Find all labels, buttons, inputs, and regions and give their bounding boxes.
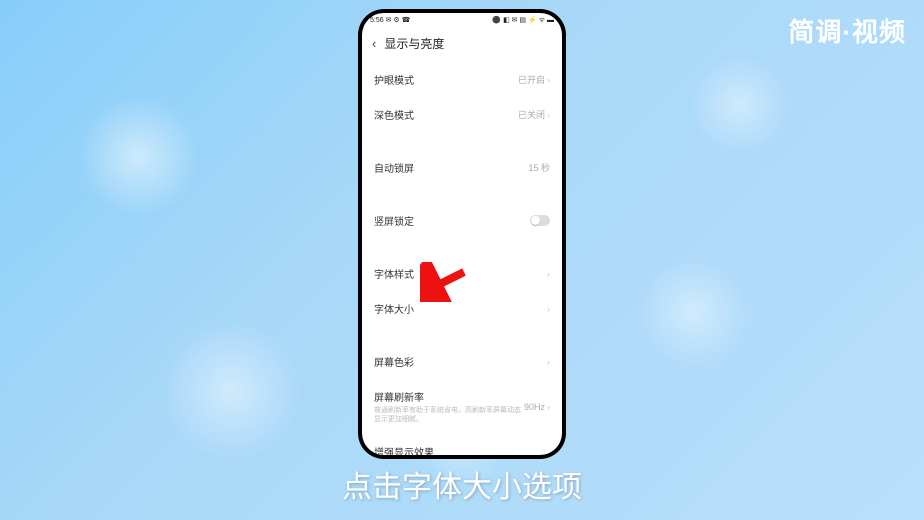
gap [362, 132, 562, 150]
status-bar: 5:56 ✉ ⚙ ☎ ⚫ ◧ ✉ ▤ ⚡ ᯤ ▬ [362, 13, 562, 27]
gap [362, 238, 562, 256]
row-value: 15 秒 [528, 161, 550, 174]
row-refresh-rate[interactable]: 屏幕刷新率 普通刷新率有助于系统省电，高刷新率屏幕动态显示更加细腻。 90Hz› [362, 379, 562, 434]
watermark: 简调·视频 [788, 12, 906, 49]
chevron-right-icon: › [547, 110, 550, 120]
status-left: 5:56 ✉ ⚙ ☎ [370, 16, 410, 24]
row-sub: 普通刷新率有助于系统省电，高刷新率屏幕动态显示更加细腻。 [374, 406, 524, 424]
row-value: › [547, 357, 550, 367]
chevron-right-icon: › [547, 269, 550, 279]
row-font-style[interactable]: 字体样式 › [362, 256, 562, 291]
gap [362, 326, 562, 344]
row-label: 护眼模式 [374, 72, 414, 87]
caption: 点击字体大小选项 [0, 462, 924, 506]
row-label: 深色模式 [374, 107, 414, 122]
row-value: › [547, 269, 550, 279]
row-orientation-lock[interactable]: 竖屏锁定 [362, 203, 562, 238]
status-time: 5:56 [370, 17, 384, 24]
page-header: ‹ 显示与亮度 [362, 27, 562, 62]
row-auto-lock[interactable]: 自动锁屏 15 秒 [362, 150, 562, 185]
row-dark-mode[interactable]: 深色模式 已关闭› [362, 97, 562, 132]
row-screen-color[interactable]: 屏幕色彩 › [362, 344, 562, 379]
row-value: › [547, 304, 550, 314]
row-font-size[interactable]: 字体大小 › [362, 291, 562, 326]
page-title: 显示与亮度 [384, 35, 444, 52]
row-label: 屏幕色彩 [374, 354, 414, 369]
phone-screen: 5:56 ✉ ⚙ ☎ ⚫ ◧ ✉ ▤ ⚡ ᯤ ▬ ‹ 显示与亮度 护眼模式 已开… [362, 13, 562, 455]
row-eye-care[interactable]: 护眼模式 已开启› [362, 62, 562, 97]
row-label: 自动锁屏 [374, 160, 414, 175]
row-label: 竖屏锁定 [374, 213, 414, 228]
row-label: 增强显示效果 [374, 444, 547, 455]
row-value: 已关闭› [518, 108, 550, 121]
row-label: 字体大小 [374, 301, 414, 316]
gap [362, 185, 562, 203]
status-right-icons: ⚫ ◧ ✉ ▤ ⚡ ᯤ ▬ [492, 16, 554, 25]
chevron-right-icon: › [547, 357, 550, 367]
phone-frame: 5:56 ✉ ⚙ ☎ ⚫ ◧ ✉ ▤ ⚡ ᯤ ▬ ‹ 显示与亮度 护眼模式 已开… [358, 9, 566, 459]
row-value: › [547, 452, 550, 455]
toggle-orientation-lock[interactable] [530, 215, 550, 226]
row-value: 已开启› [518, 73, 550, 86]
chevron-right-icon: › [547, 304, 550, 314]
back-icon[interactable]: ‹ [372, 37, 376, 50]
status-left-icons: ✉ ⚙ ☎ [386, 16, 411, 24]
row-label: 屏幕刷新率 [374, 389, 524, 404]
chevron-right-icon: › [547, 75, 550, 85]
row-label: 字体样式 [374, 266, 414, 281]
row-value: 90Hz› [524, 402, 550, 412]
chevron-right-icon: › [547, 452, 550, 455]
row-enhance-display[interactable]: 增强显示效果 超清画质和动态补偿 › [362, 434, 562, 455]
settings-list[interactable]: 护眼模式 已开启› 深色模式 已关闭› 自动锁屏 15 秒 竖屏锁定 字体样式 … [362, 62, 562, 455]
chevron-right-icon: › [547, 402, 550, 412]
